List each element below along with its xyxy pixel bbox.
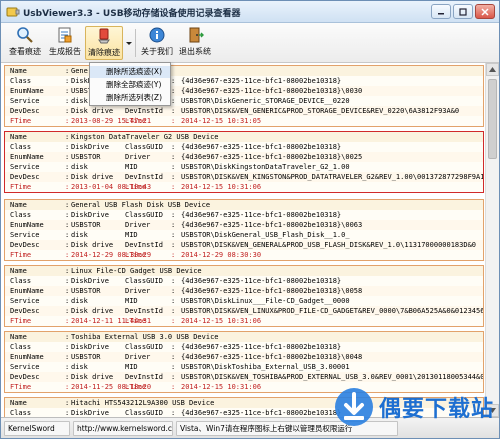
status-website-link[interactable]: http://www.kernelsword.com — [73, 421, 173, 436]
close-icon — [481, 7, 489, 16]
exit-door-icon — [189, 27, 204, 43]
record-name-row: Name: Generic S — [5, 66, 483, 76]
record-time-row: FTime: 2013-01-04 08:10:43 LTime: 2014-1… — [10, 183, 262, 191]
generate-report-button[interactable]: 生成报告 — [47, 26, 83, 60]
device-record-selected[interactable]: Name: Kingston DataTraveler G2 USB Devic… — [4, 131, 484, 193]
window-title: UsbViewer3.3 - USB移动存储设备使用记录查看器 — [23, 9, 241, 19]
record-row: Class: DiskDrive ClassGUID: {4d36e967-e3… — [10, 343, 342, 351]
maximize-icon — [459, 7, 467, 16]
clear-icon — [98, 28, 110, 44]
record-row: DevDesc: Disk drive DevInstId: USBSTOR\D… — [5, 306, 483, 316]
record-row: Class: DiskDrive ClassGUID: {4d36e967-e3… — [10, 77, 342, 85]
records-list[interactable]: Name: Generic S Class: DiskDrive ClassGU… — [1, 63, 499, 417]
minimize-icon — [438, 12, 444, 14]
toolbar-separator — [135, 29, 136, 57]
record-row: DevDesc: Disk drive DevInstId: USBSTOR\D… — [5, 240, 483, 250]
magnifier-icon — [17, 27, 33, 43]
device-name: General USB Flash Disk USB Device — [71, 201, 211, 209]
device-name: Linux File-CD Gadget USB Device — [71, 267, 202, 275]
info-icon — [149, 27, 165, 43]
generate-report-label: 生成报告 — [49, 47, 81, 56]
record-row: Service: disk MID: USBSTOR\DiskKingstonD… — [10, 163, 350, 171]
record-row: DevDesc: Disk drive DevInstId: USBSTOR\D… — [5, 372, 483, 382]
record-row: EnumName: USBSTOR Driver: {4d36e967-e325… — [5, 152, 483, 162]
device-record[interactable]: Name: Linux File-CD Gadget USB Device Cl… — [4, 265, 484, 327]
app-window: UsbViewer3.3 - USB移动存储设备使用记录查看器 查看痕迹 生成报… — [0, 0, 500, 439]
download-logo-icon — [335, 388, 373, 426]
clear-traces-button[interactable]: 清除痕迹 — [85, 26, 123, 60]
report-icon — [58, 27, 72, 43]
record-row: Class: DiskDrive ClassGUID: {4d36e967-e3… — [10, 143, 342, 151]
view-traces-button[interactable]: 查看痕迹 — [7, 26, 43, 60]
device-record[interactable]: Name: General USB Flash Disk USB Device … — [4, 199, 484, 261]
record-name-row: Name: Toshiba External USB 3.0 USB Devic… — [5, 332, 483, 342]
record-row: DevDesc: Disk drive DevInstId: USBSTOR\D… — [5, 172, 483, 182]
record-row: Service: disk MID: USBSTOR\DiskGeneral_U… — [10, 231, 350, 239]
exit-system-button[interactable]: 退出系统 — [177, 26, 213, 60]
status-author: KernelSword — [4, 421, 70, 436]
record-time-row: FTime: 2014-12-11 11:44:31 LTime: 2014-1… — [10, 317, 262, 325]
record-row: Class: DiskDrive ClassGUID: {4d36e967-e3… — [10, 211, 342, 219]
watermark-text: 偶要下载站 — [379, 397, 495, 422]
scroll-up-button[interactable] — [486, 63, 499, 76]
menu-item-delete-selected-list[interactable]: 删除所选列表(Z) — [90, 92, 170, 104]
record-row: Service: disk MID: USBSTOR\DiskGeneric_S… — [10, 97, 350, 105]
record-row: EnumName: USBSTOR Driver: {4d36e967-e325… — [5, 286, 483, 296]
record-row: EnumName: USBSTOR Driver: {4d36e967-e325… — [5, 220, 483, 230]
device-name: Kingston DataTraveler G2 USB Device — [71, 133, 219, 141]
record-row: Service: disk MID: USBSTOR\DiskToshiba_E… — [10, 363, 350, 371]
title-bar[interactable]: UsbViewer3.3 - USB移动存储设备使用记录查看器 — [1, 1, 499, 23]
toolbar: 查看痕迹 生成报告 清除痕迹 关于我们 退出系统 — [1, 23, 499, 63]
close-button[interactable] — [475, 4, 495, 19]
usb-app-icon — [6, 7, 20, 17]
scroll-thumb[interactable] — [488, 79, 497, 159]
record-time-row: FTime: 2013-08-29 15:47:21 LTime: 2014-1… — [10, 117, 262, 125]
device-record[interactable]: Name: Toshiba External USB 3.0 USB Devic… — [4, 331, 484, 393]
watermark: 偶要下载站 — [332, 385, 500, 429]
about-us-label: 关于我们 — [141, 47, 173, 56]
record-row: Class: DiskDrive ClassGUID: {4d36e967-e3… — [10, 277, 342, 285]
exit-system-label: 退出系统 — [179, 47, 211, 56]
record-row: DevDesc: Disk drive DevInstId: USBSTOR\D… — [5, 106, 483, 116]
menu-item-delete-selected-traces[interactable]: 删除所选痕迹(X) — [90, 66, 170, 78]
record-row: EnumName: USBSTOR Driver: {4d36e967-e325… — [5, 352, 483, 362]
record-name-row: Name: Linux File-CD Gadget USB Device — [5, 266, 483, 276]
vertical-scrollbar[interactable] — [485, 63, 499, 417]
record-time-row: FTime: 2014-12-29 08:30:29 LTime: 2014-1… — [10, 251, 262, 259]
arrow-up-icon — [489, 67, 496, 72]
view-traces-label: 查看痕迹 — [9, 47, 41, 56]
record-name-row: Name: General USB Flash Disk USB Device — [5, 200, 483, 210]
about-us-button[interactable]: 关于我们 — [139, 26, 175, 60]
clear-traces-menu: 删除所选痕迹(X) 删除全部痕迹(Y) 删除所选列表(Z) — [89, 62, 171, 106]
dropdown-arrow-icon[interactable] — [125, 33, 133, 53]
record-row: Service: disk MID: USBSTOR\DiskLinux___F… — [10, 297, 350, 305]
maximize-button[interactable] — [453, 4, 473, 19]
device-name: Toshiba External USB 3.0 USB Device — [71, 333, 219, 341]
menu-item-delete-all-traces[interactable]: 删除全部痕迹(Y) — [90, 79, 170, 91]
record-name-row: Name: Kingston DataTraveler G2 USB Devic… — [5, 132, 483, 142]
minimize-button[interactable] — [431, 4, 451, 19]
clear-traces-label: 清除痕迹 — [88, 48, 120, 57]
record-row: EnumName: USBSTOR Driver: {4d36e967-e325… — [5, 86, 483, 96]
device-record[interactable]: Name: Generic S Class: DiskDrive ClassGU… — [4, 65, 484, 127]
device-name: Hitachi HTS543212L9A300 USB Device — [71, 399, 215, 407]
